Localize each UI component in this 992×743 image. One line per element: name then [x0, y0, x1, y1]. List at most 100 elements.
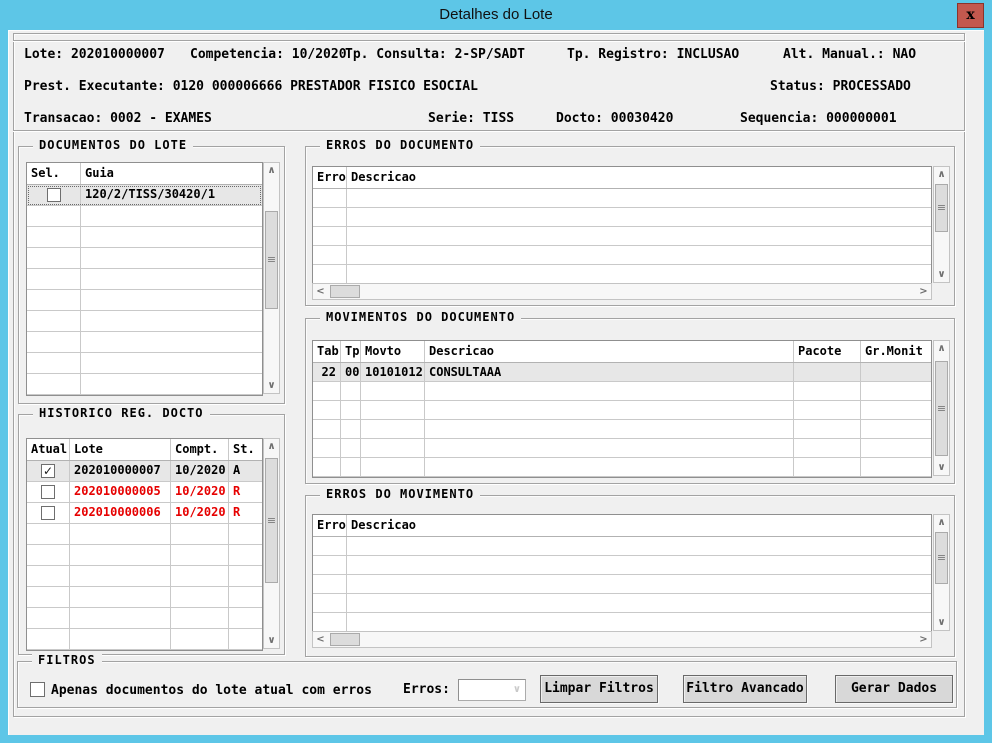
scrollbar-thumb[interactable]: ≡ [935, 361, 948, 456]
row-checkbox[interactable]: ✓ [41, 464, 55, 478]
table-row-empty[interactable] [313, 613, 931, 632]
table-row-empty[interactable] [27, 587, 262, 608]
table-row-empty[interactable] [27, 248, 262, 269]
table-row-empty[interactable] [27, 566, 262, 587]
table-row[interactable]: ✓ 202010000007 10/2020 A [27, 461, 262, 482]
table-row-empty[interactable] [27, 524, 262, 545]
column-header: St. [233, 442, 255, 456]
scroll-down-icon[interactable]: ∨ [264, 378, 279, 393]
table-cell [229, 587, 262, 607]
grip-icon: ≡ [936, 551, 947, 564]
scrollbar-thumb[interactable] [330, 633, 360, 646]
table-row-empty[interactable] [313, 439, 931, 458]
row-checkbox[interactable] [46, 188, 61, 202]
table-row[interactable]: 202010000006 10/2020 R [27, 503, 262, 524]
table-row[interactable]: 22 00 10101012 CONSULTAAA [313, 363, 931, 382]
table-row-empty[interactable] [313, 382, 931, 401]
column-header: Descricao [425, 341, 794, 362]
table-cell: 202010000005 [70, 482, 171, 502]
row-checkbox[interactable] [41, 485, 55, 499]
table-row[interactable]: 202010000005 10/2020 R [27, 482, 262, 503]
table-row-empty[interactable] [313, 537, 931, 556]
table-row-empty[interactable] [27, 332, 262, 353]
table-cell [27, 374, 81, 394]
scroll-up-icon[interactable]: ∧ [934, 341, 949, 356]
table-row-empty[interactable] [313, 265, 931, 284]
table-row-empty[interactable] [313, 227, 931, 246]
row-checkbox[interactable] [41, 506, 55, 520]
table-row-empty[interactable] [27, 353, 262, 374]
table-cell [171, 524, 229, 544]
limpar-filtros-button[interactable]: Limpar Filtros [540, 675, 658, 703]
table-row-empty[interactable] [313, 401, 931, 420]
table-row-empty[interactable] [313, 458, 931, 477]
scroll-up-icon[interactable]: ∧ [934, 167, 949, 182]
scroll-up-icon[interactable]: ∧ [264, 439, 279, 454]
scroll-up-icon[interactable]: ∧ [934, 515, 949, 530]
table-cell [425, 382, 794, 400]
table-row[interactable]: 120/2/TISS/30420/1 [27, 185, 262, 206]
scroll-left-icon[interactable]: < [313, 284, 328, 299]
field-status: Status: PROCESSADO [770, 79, 911, 94]
table-row-empty[interactable] [313, 189, 931, 208]
table-row-empty[interactable] [27, 290, 262, 311]
table-header-row: Sel. Guia [27, 163, 262, 185]
filter-errors-checkbox[interactable] [30, 682, 45, 697]
scrollbar-thumb[interactable]: ≡ [935, 184, 948, 232]
table-row-empty[interactable] [27, 227, 262, 248]
table-row-empty[interactable] [27, 374, 262, 395]
field-alt-manual: Alt. Manual.: NAO [783, 47, 917, 62]
table-row-empty[interactable] [313, 246, 931, 265]
table-row-empty[interactable] [313, 575, 931, 594]
close-button[interactable]: x [957, 3, 984, 28]
table-cell [81, 353, 262, 373]
table-row-empty[interactable] [27, 269, 262, 290]
table-cell [313, 613, 347, 631]
table-cell [861, 382, 931, 400]
title-bar[interactable]: Detalhes do Lote x [0, 0, 992, 30]
table-row-empty[interactable] [313, 208, 931, 227]
table-row-empty[interactable] [313, 420, 931, 439]
table-row-empty[interactable] [27, 629, 262, 650]
erros-dropdown[interactable]: ∨ [458, 679, 526, 701]
scrollbar-thumb[interactable] [330, 285, 360, 298]
scrollbar-thumb[interactable]: ≡ [265, 458, 278, 583]
erros-movimento-horizontal-scrollbar[interactable]: < > [312, 631, 932, 648]
table-cell [794, 401, 861, 419]
scrollbar-thumb[interactable]: ≡ [265, 211, 278, 309]
erros-documento-horizontal-scrollbar[interactable]: < > [312, 283, 932, 300]
scroll-right-icon[interactable]: > [916, 632, 931, 647]
table-cell [341, 382, 361, 400]
filtro-avancado-button[interactable]: Filtro Avancado [683, 675, 807, 703]
table-cell [313, 575, 347, 593]
table-row-empty[interactable] [313, 556, 931, 575]
scroll-left-icon[interactable]: < [313, 632, 328, 647]
table-cell [27, 248, 81, 268]
historico-vertical-scrollbar[interactable]: ∧ ≡ ∨ [263, 438, 280, 649]
table-cell [70, 608, 171, 628]
gerar-dados-button[interactable]: Gerar Dados [835, 675, 953, 703]
erros-documento-vertical-scrollbar[interactable]: ∧ ≡ ∨ [933, 166, 950, 283]
table-row-empty[interactable] [27, 545, 262, 566]
table-cell [70, 587, 171, 607]
documentos-vertical-scrollbar[interactable]: ∧ ≡ ∨ [263, 162, 280, 394]
table-header-row: Tab Tp Movto Descricao Pacote Gr.Monit [313, 341, 931, 363]
scroll-up-icon[interactable]: ∧ [264, 163, 279, 178]
erros-movimento-vertical-scrollbar[interactable]: ∧ ≡ ∨ [933, 514, 950, 631]
scroll-down-icon[interactable]: ∨ [264, 633, 279, 648]
dialog-window: Detalhes do Lote x Lote: 202010000007 Co… [0, 0, 992, 743]
scroll-down-icon[interactable]: ∨ [934, 460, 949, 475]
scroll-right-icon[interactable]: > [916, 284, 931, 299]
table-row-empty[interactable] [313, 594, 931, 613]
table-cell [27, 587, 70, 607]
table-row-empty[interactable] [27, 311, 262, 332]
scrollbar-thumb[interactable]: ≡ [935, 532, 948, 584]
group-title: MOVIMENTOS DO DOCUMENTO [320, 310, 522, 324]
table-row-empty[interactable] [27, 608, 262, 629]
table-cell [229, 608, 262, 628]
table-row-empty[interactable] [27, 206, 262, 227]
scroll-down-icon[interactable]: ∨ [934, 615, 949, 630]
movimentos-vertical-scrollbar[interactable]: ∧ ≡ ∨ [933, 340, 950, 476]
table-cell [229, 566, 262, 586]
scroll-down-icon[interactable]: ∨ [934, 267, 949, 282]
